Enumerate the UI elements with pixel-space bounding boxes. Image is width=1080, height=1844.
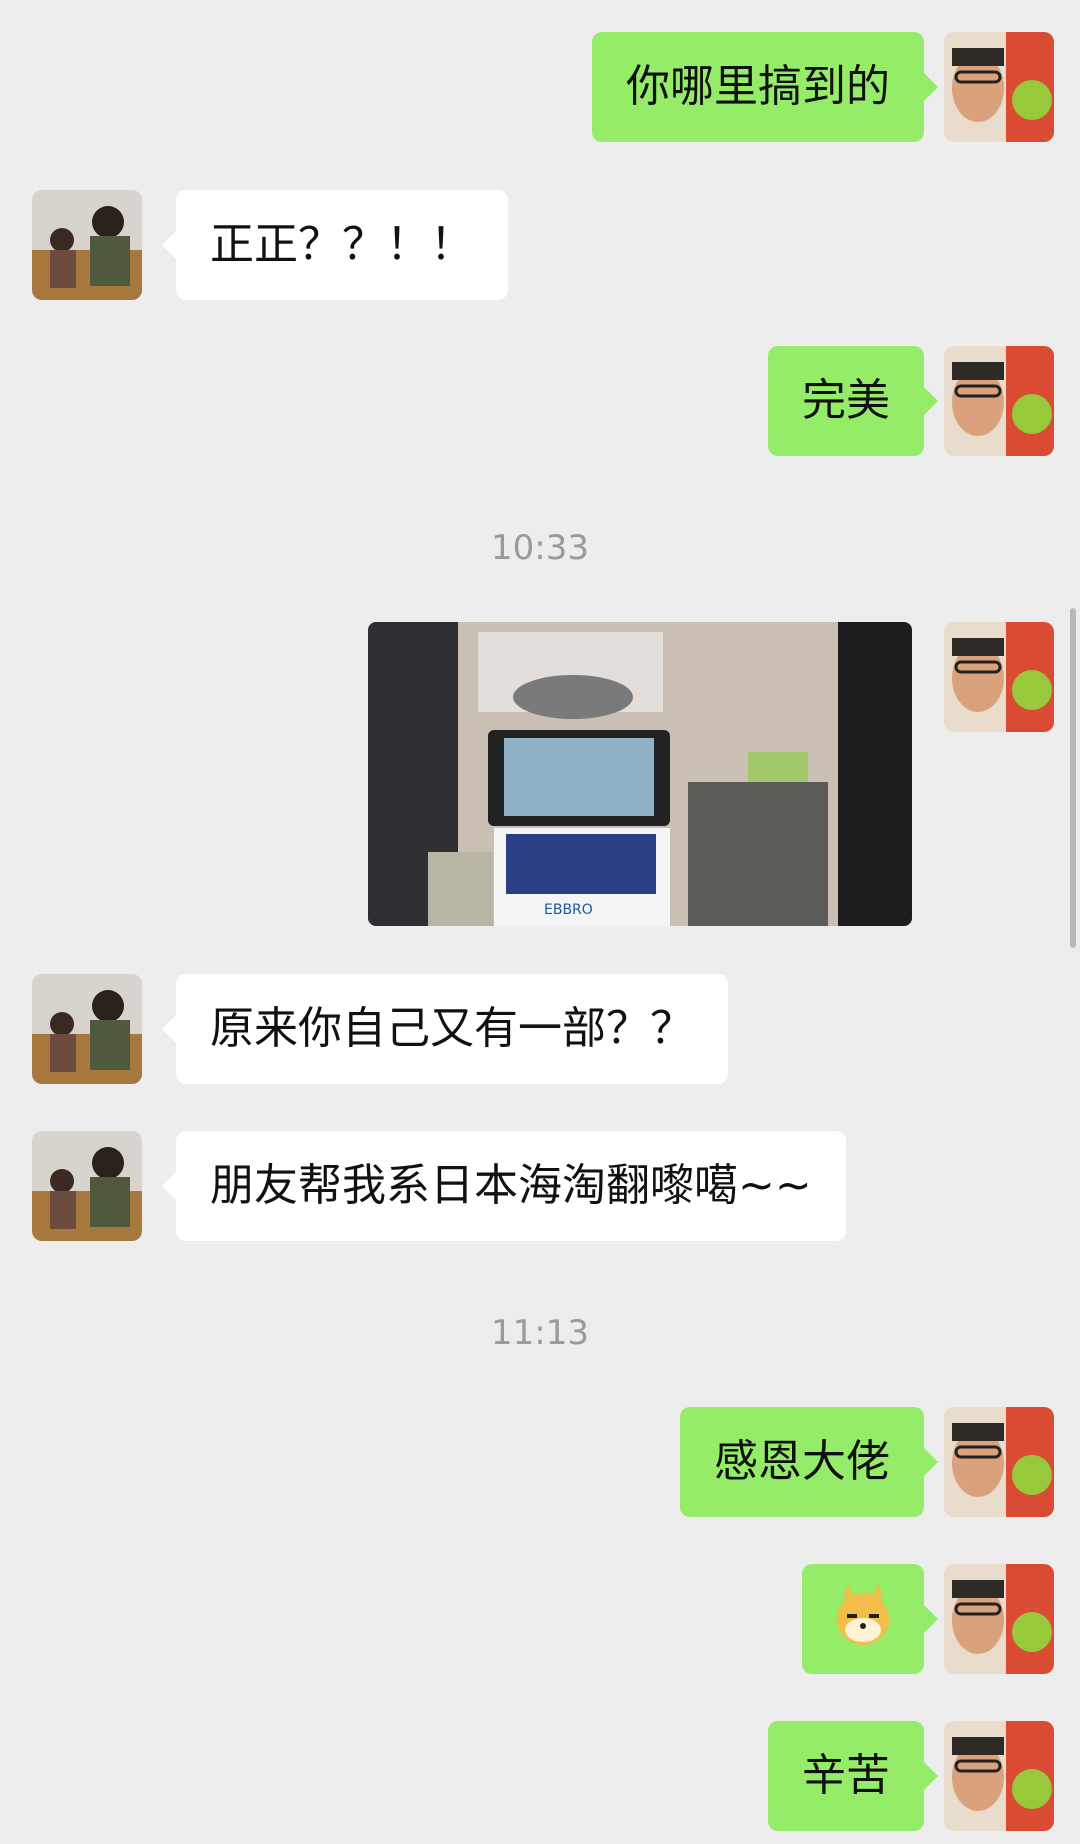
message-bubble-self[interactable]: 完美: [768, 346, 938, 456]
message-text: 你哪里搞到的: [626, 61, 890, 112]
message-text: 原来你自己又有一部？？: [210, 1003, 694, 1054]
message-text: 正正？？！！: [210, 219, 474, 270]
timestamp: 11:13: [491, 1313, 589, 1353]
message-text: 辛苦: [802, 1750, 890, 1801]
friend-avatar[interactable]: [32, 1131, 142, 1241]
message-text: 朋友帮我系日本海淘翻嚟噶~~: [210, 1160, 812, 1211]
self-avatar[interactable]: [944, 1407, 1054, 1517]
self-avatar[interactable]: [944, 32, 1054, 142]
scrollbar[interactable]: [1070, 608, 1076, 948]
self-avatar[interactable]: [944, 622, 1054, 732]
message-bubble-friend[interactable]: 原来你自己又有一部？？: [162, 974, 728, 1084]
message-bubble-self[interactable]: 你哪里搞到的: [592, 32, 938, 142]
image-message[interactable]: EBBRO: [368, 622, 912, 926]
message-bubble-self[interactable]: 感恩大佬: [680, 1407, 938, 1517]
message-text: 感恩大佬: [714, 1436, 890, 1487]
self-avatar[interactable]: [944, 1721, 1054, 1831]
message-bubble-friend[interactable]: 朋友帮我系日本海淘翻嚟噶~~: [162, 1131, 846, 1241]
self-avatar[interactable]: [944, 1564, 1054, 1674]
emoji-message[interactable]: [802, 1564, 938, 1674]
self-avatar[interactable]: [944, 346, 1054, 456]
friend-avatar[interactable]: [32, 974, 142, 1084]
message-text: 完美: [802, 375, 890, 426]
friend-avatar[interactable]: [32, 190, 142, 300]
timestamp: 10:33: [491, 528, 589, 568]
message-bubble-friend[interactable]: 正正？？！！: [162, 190, 508, 300]
svg-text:EBBRO: EBBRO: [544, 902, 593, 918]
message-bubble-self[interactable]: 辛苦: [768, 1721, 938, 1831]
